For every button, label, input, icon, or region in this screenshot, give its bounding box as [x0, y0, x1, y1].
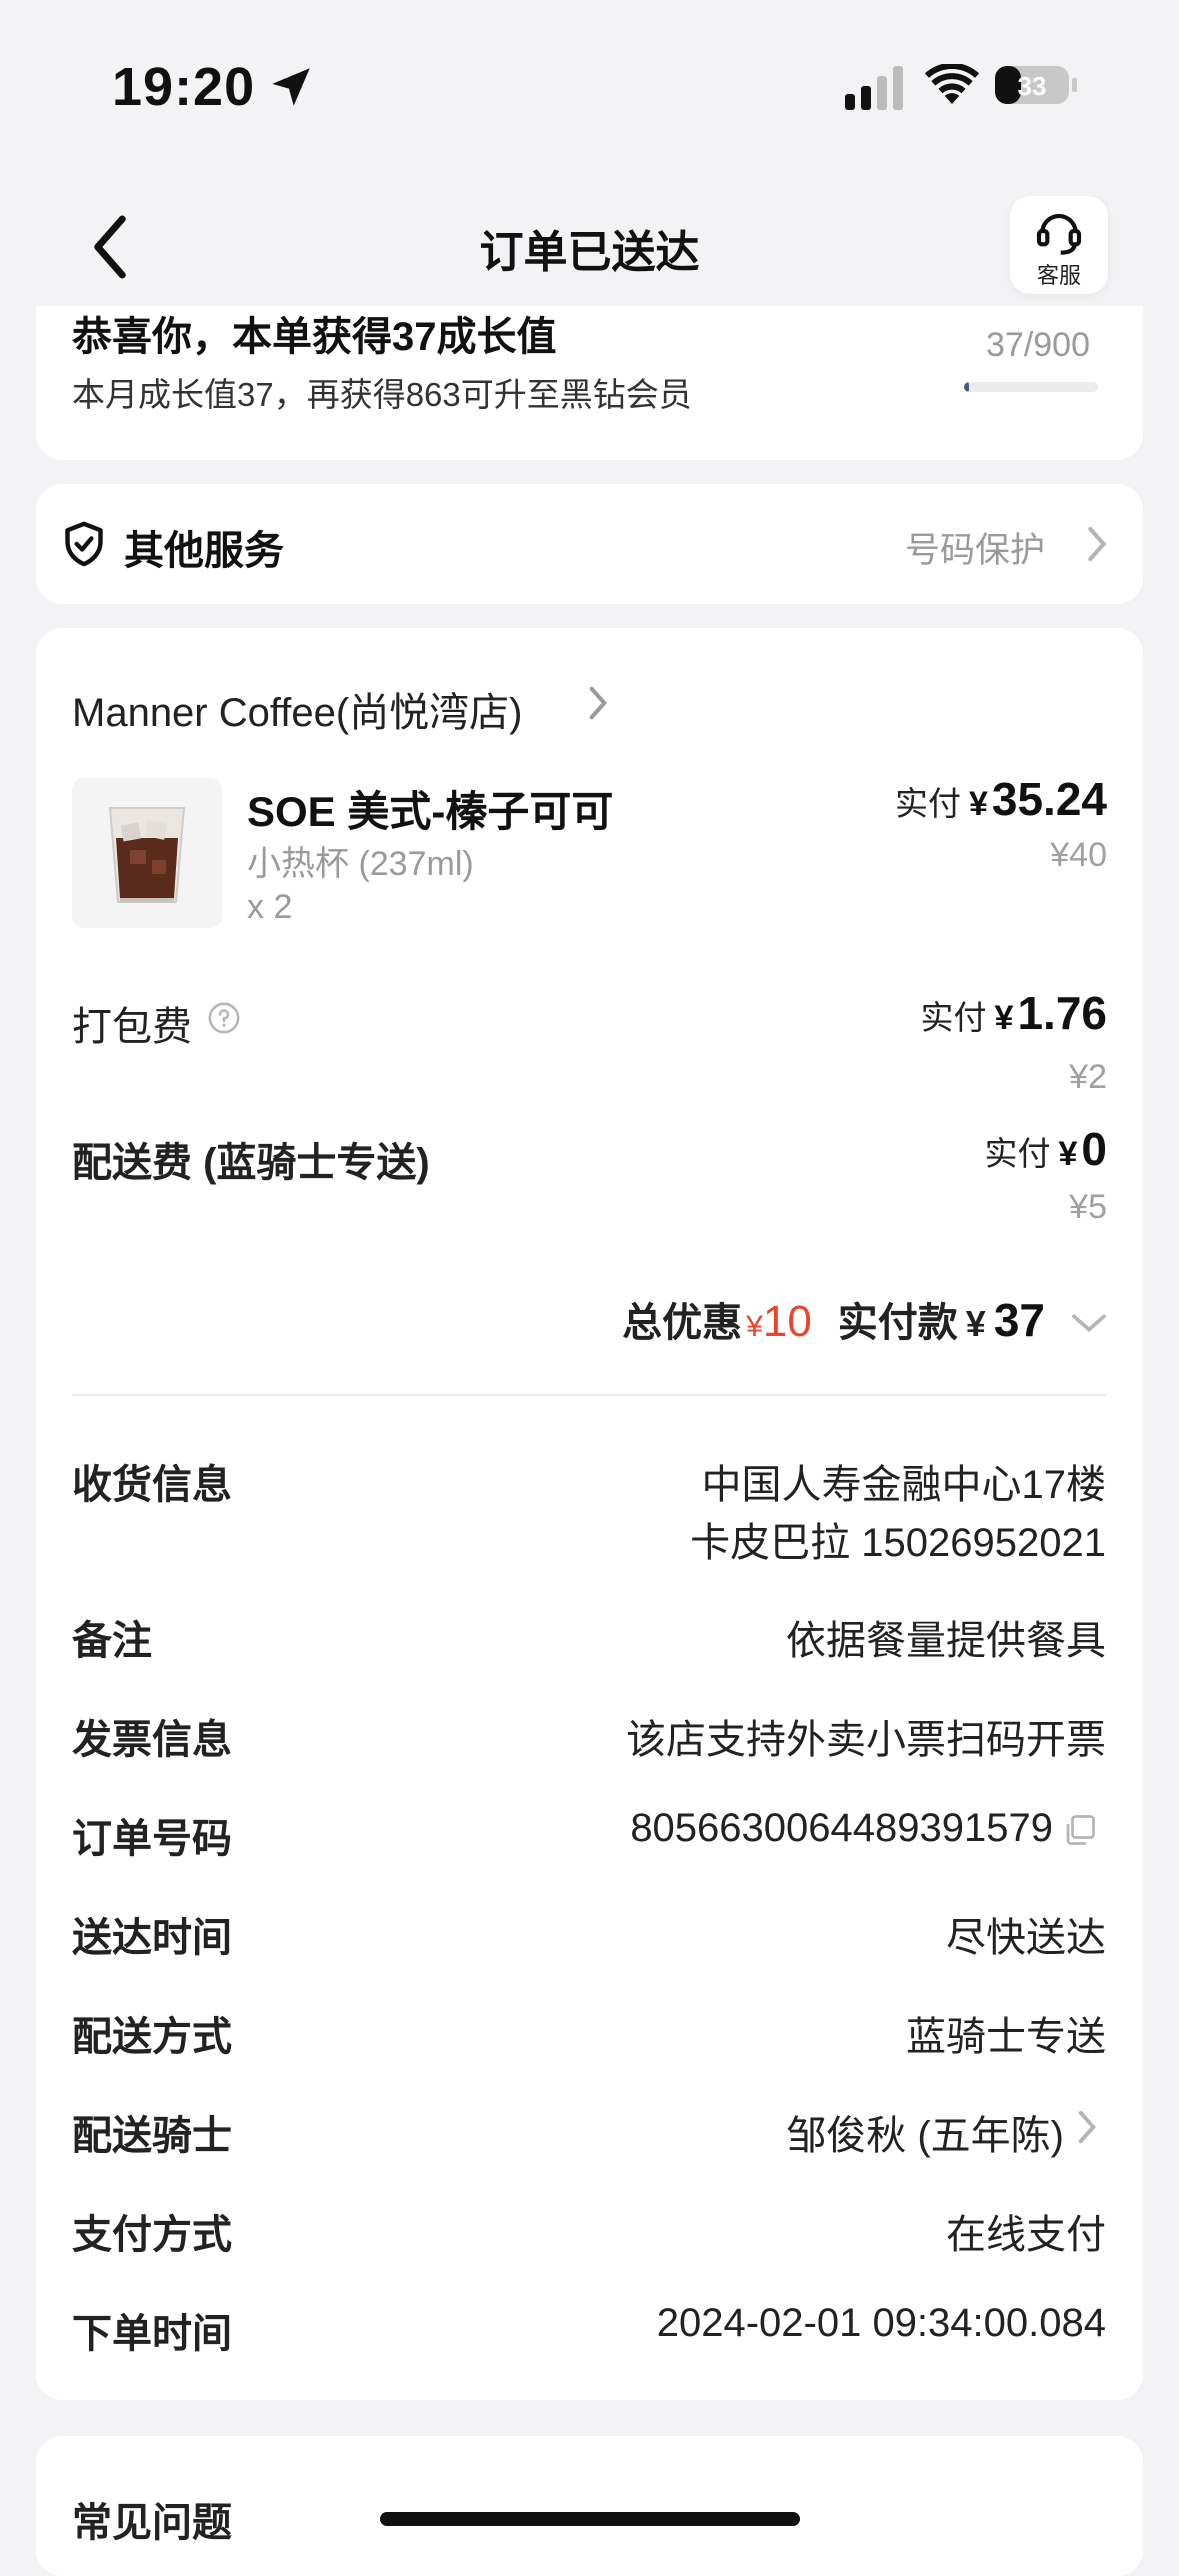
growth-subtitle: 本月成长值37，再获得863可升至黑钻会员: [72, 376, 692, 413]
total-discount-amount: 10: [762, 1297, 812, 1346]
delivery-fee-paid-row: 实付 ¥ 0: [984, 1122, 1107, 1176]
delivery-fee-paid-amount: 0: [1081, 1123, 1107, 1175]
growth-count: 37/900: [986, 326, 1090, 364]
growth-progress-bar: [964, 382, 1098, 392]
order-time-label: 下单时间: [72, 2312, 232, 2356]
shield-check-icon: [65, 521, 103, 567]
note-value: 依据餐量提供餐具: [786, 1619, 1106, 1663]
chevron-down-icon[interactable]: [1069, 1310, 1109, 1336]
rider-value[interactable]: 邹俊秋 (五年陈): [786, 2103, 1064, 2161]
address-label: 收货信息: [72, 1463, 232, 1507]
store-name[interactable]: Manner Coffee(尚悦湾店): [72, 680, 523, 738]
yen-symbol: ¥: [968, 785, 988, 823]
product-quantity: x 2: [247, 888, 293, 926]
packing-fee-paid-amount: 1.76: [1017, 987, 1107, 1039]
packing-fee-paid-row: 实付 ¥ 1.76: [921, 986, 1107, 1040]
note-label: 备注: [72, 1619, 152, 1663]
battery-icon: 33: [995, 64, 1079, 106]
chevron-right-icon: [589, 686, 607, 720]
chevron-right-icon: [1088, 526, 1107, 562]
customer-service-button[interactable]: 客服: [1010, 196, 1108, 294]
status-bar: 19:20 33: [0, 0, 1179, 170]
product-name: SOE 美式-榛子可可: [247, 788, 614, 835]
order-number-value: 8056630064489391579: [630, 1806, 1053, 1850]
rider-label: 配送骑士: [72, 2114, 232, 2158]
yen-symbol: ¥: [965, 1303, 986, 1344]
order-total-row[interactable]: 总优惠 ¥ 10 实付款 ¥ 37: [622, 1290, 1109, 1348]
location-arrow-icon: [272, 68, 310, 106]
faq-title: 常见问题: [72, 2501, 232, 2545]
product-image: [72, 778, 222, 928]
status-time: 19:20: [112, 57, 256, 117]
page-title: 订单已送达: [479, 228, 700, 277]
address-line-1: 中国人寿金融中心17楼: [701, 1463, 1107, 1507]
arrival-time-value: 尽快送达: [946, 1916, 1106, 1960]
invoice-label: 发票信息: [72, 1718, 232, 1762]
delivery-fee-original: ¥5: [1069, 1188, 1107, 1226]
headset-icon: [1036, 213, 1082, 255]
product-original-price: ¥40: [1050, 836, 1107, 874]
packing-fee-original: ¥2: [1069, 1058, 1107, 1096]
total-paid-amount: 37: [993, 1294, 1045, 1346]
number-protection-link[interactable]: 号码保护: [905, 522, 1045, 573]
home-indicator[interactable]: [380, 2512, 800, 2526]
cellular-signal-icon: [845, 66, 903, 110]
paid-label: 实付: [894, 785, 961, 822]
divider: [72, 1394, 1106, 1396]
help-question-icon[interactable]: [207, 1001, 241, 1035]
arrival-time-label: 送达时间: [72, 1916, 232, 1960]
battery-level: 33: [1018, 71, 1047, 101]
other-services-title: 其他服务: [124, 529, 284, 573]
product-paid-row: 实付 ¥ 35.24: [895, 772, 1107, 826]
order-number-label: 订单号码: [72, 1817, 232, 1861]
invoice-value: 该店支持外卖小票扫码开票: [626, 1718, 1106, 1762]
total-paid-label: 实付款: [837, 1301, 958, 1345]
growth-title: 恭喜你，本单获得37成长值: [72, 315, 557, 359]
paid-label: 实付: [920, 999, 987, 1036]
payment-method-label: 支付方式: [72, 2213, 232, 2257]
payment-method-value: 在线支付: [946, 2213, 1106, 2257]
total-discount-label: 总优惠: [622, 1301, 743, 1345]
nav-header: 订单已送达 客服: [0, 190, 1179, 305]
yen-symbol: ¥: [1058, 1135, 1078, 1173]
product-paid-amount: 35.24: [991, 773, 1107, 825]
packing-fee-label: 打包费: [72, 1005, 192, 1049]
yen-symbol: ¥: [994, 999, 1014, 1037]
yen-symbol: ¥: [746, 1310, 763, 1343]
delivery-method-label: 配送方式: [72, 2015, 232, 2059]
address-line-2: 卡皮巴拉 15026952021: [690, 1521, 1106, 1565]
paid-label: 实付: [984, 1135, 1051, 1172]
order-time-value: 2024-02-01 09:34:00.084: [656, 2301, 1106, 2345]
copy-icon[interactable]: [1062, 1812, 1098, 1848]
product-spec: 小热杯 (237ml): [247, 845, 474, 883]
iced-coffee-glass-icon: [108, 807, 186, 903]
delivery-method-value: 蓝骑士专送: [906, 2015, 1106, 2059]
delivery-fee-label: 配送费 (蓝骑士专送): [72, 1141, 430, 1185]
growth-progress-fill: [964, 382, 970, 392]
wifi-icon: [925, 64, 979, 104]
chevron-right-icon: [1078, 2110, 1096, 2144]
customer-service-label: 客服: [1036, 263, 1081, 288]
